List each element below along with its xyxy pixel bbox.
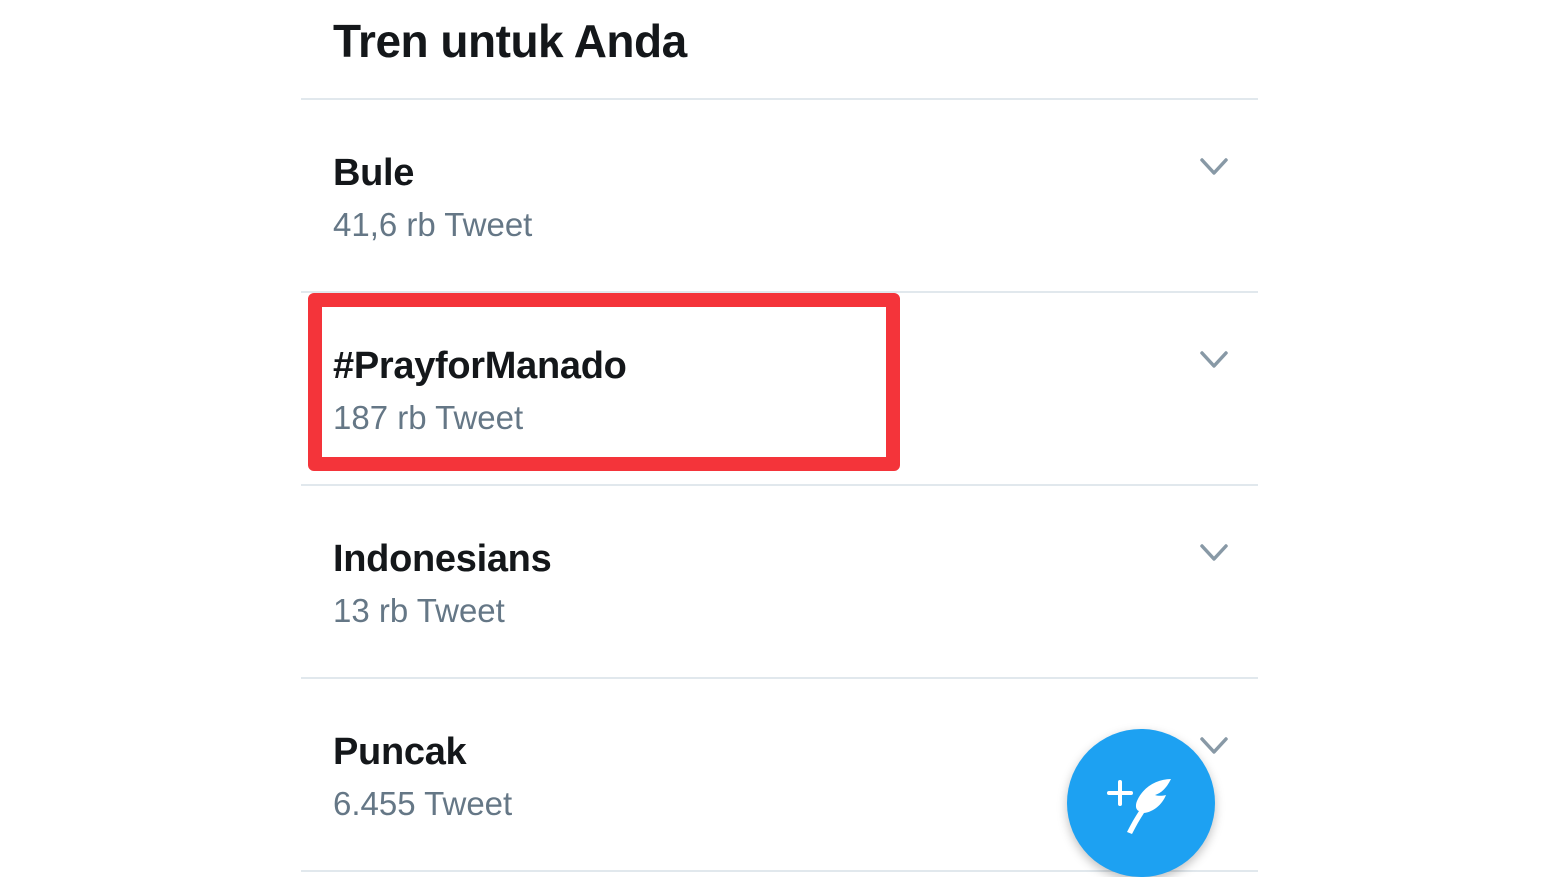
trend-name: Indonesians: [333, 538, 552, 580]
trends-header: Tren untuk Anda: [301, 0, 1258, 100]
trend-name: #PrayforManado: [333, 345, 627, 387]
chevron-down-icon[interactable]: [1199, 156, 1229, 178]
trend-name: Puncak: [333, 731, 467, 773]
trend-item[interactable]: Bule 41,6 rb Tweet: [301, 100, 1258, 293]
trend-tweet-count: 41,6 rb Tweet: [333, 206, 533, 243]
chevron-down-icon[interactable]: [1199, 735, 1229, 757]
trends-page: Tren untuk Anda Bule 41,6 rb Tweet #Pray…: [0, 0, 1560, 877]
chevron-down-icon[interactable]: [1199, 349, 1229, 371]
chevron-down-icon[interactable]: [1199, 542, 1229, 564]
page-title: Tren untuk Anda: [333, 15, 687, 67]
trend-item[interactable]: #PrayforManado 187 rb Tweet: [301, 293, 1258, 486]
trend-tweet-count: 187 rb Tweet: [333, 399, 524, 436]
trend-tweet-count: 6.455 Tweet: [333, 785, 513, 822]
trend-name: Bule: [333, 152, 415, 194]
compose-tweet-icon: [1107, 779, 1171, 834]
compose-tweet-button[interactable]: [1067, 729, 1215, 877]
trend-tweet-count: 13 rb Tweet: [333, 592, 505, 629]
trend-item[interactable]: Indonesians 13 rb Tweet: [301, 486, 1258, 679]
